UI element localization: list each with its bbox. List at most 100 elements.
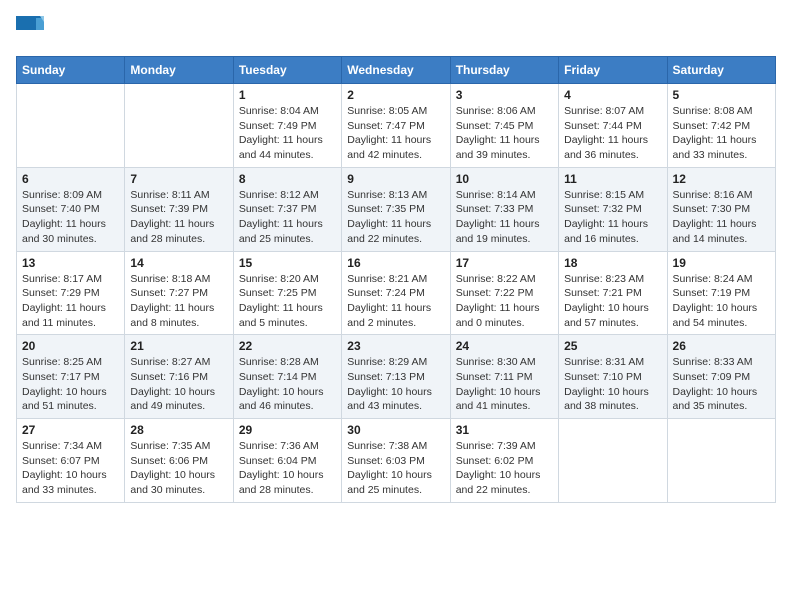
calendar-cell — [559, 419, 667, 503]
day-info: Sunrise: 8:24 AMSunset: 7:19 PMDaylight:… — [673, 272, 770, 331]
calendar-cell: 26 Sunrise: 8:33 AMSunset: 7:09 PMDayligh… — [667, 335, 775, 419]
day-info: Sunrise: 8:08 AMSunset: 7:42 PMDaylight:… — [673, 104, 770, 163]
week-row-1: 1 Sunrise: 8:04 AMSunset: 7:49 PMDaylight… — [17, 84, 776, 168]
day-number: 31 — [456, 423, 553, 437]
calendar-cell — [667, 419, 775, 503]
calendar-cell: 29Sunrise: 7:36 AMSunset: 6:04 PMDayligh… — [233, 419, 341, 503]
day-number: 10 — [456, 172, 553, 186]
calendar-cell: 5 Sunrise: 8:08 AMSunset: 7:42 PMDaylight… — [667, 84, 775, 168]
day-number: 26 — [673, 339, 770, 353]
day-info: Sunrise: 8:31 AMSunset: 7:10 PMDaylight:… — [564, 355, 661, 414]
day-number: 20 — [22, 339, 119, 353]
day-number: 12 — [673, 172, 770, 186]
calendar-cell: 23 Sunrise: 8:29 AMSunset: 7:13 PMDayligh… — [342, 335, 450, 419]
calendar-cell: 9Sunrise: 8:13 AMSunset: 7:35 PMDaylight… — [342, 167, 450, 251]
logo — [16, 16, 46, 44]
page-header — [16, 16, 776, 44]
calendar-cell: 15Sunrise: 8:20 AMSunset: 7:25 PMDayligh… — [233, 251, 341, 335]
weekday-header-friday: Friday — [559, 57, 667, 84]
day-number: 19 — [673, 256, 770, 270]
day-info: Sunrise: 8:25 AMSunset: 7:17 PMDaylight:… — [22, 355, 119, 414]
calendar-cell: 8 Sunrise: 8:12 AMSunset: 7:37 PMDaylight… — [233, 167, 341, 251]
day-number: 28 — [130, 423, 227, 437]
calendar-cell — [125, 84, 233, 168]
day-info: Sunrise: 7:35 AMSunset: 6:06 PMDaylight:… — [130, 439, 227, 498]
day-info: Sunrise: 8:04 AMSunset: 7:49 PMDaylight:… — [239, 104, 336, 163]
day-info: Sunrise: 8:12 AMSunset: 7:37 PMDaylight:… — [239, 188, 336, 247]
calendar-cell: 16Sunrise: 8:21 AMSunset: 7:24 PMDayligh… — [342, 251, 450, 335]
day-info: Sunrise: 8:27 AMSunset: 7:16 PMDaylight:… — [130, 355, 227, 414]
calendar-cell: 10 Sunrise: 8:14 AMSunset: 7:33 PMDayligh… — [450, 167, 558, 251]
day-info: Sunrise: 8:23 AMSunset: 7:21 PMDaylight:… — [564, 272, 661, 331]
week-row-3: 13 Sunrise: 8:17 AMSunset: 7:29 PMDayligh… — [17, 251, 776, 335]
day-number: 2 — [347, 88, 444, 102]
calendar-cell: 27 Sunrise: 7:34 AMSunset: 6:07 PMDayligh… — [17, 419, 125, 503]
day-info: Sunrise: 8:28 AMSunset: 7:14 PMDaylight:… — [239, 355, 336, 414]
day-number: 25 — [564, 339, 661, 353]
calendar-cell: 13 Sunrise: 8:17 AMSunset: 7:29 PMDayligh… — [17, 251, 125, 335]
day-info: Sunrise: 8:09 AMSunset: 7:40 PMDaylight:… — [22, 188, 119, 247]
day-number: 7 — [130, 172, 227, 186]
day-info: Sunrise: 7:36 AMSunset: 6:04 PMDaylight:… — [239, 439, 336, 498]
logo-icon — [16, 16, 44, 44]
day-info: Sunrise: 8:16 AMSunset: 7:30 PMDaylight:… — [673, 188, 770, 247]
calendar-cell: 11 Sunrise: 8:15 AMSunset: 7:32 PMDayligh… — [559, 167, 667, 251]
day-number: 14 — [130, 256, 227, 270]
day-number: 11 — [564, 172, 661, 186]
day-info: Sunrise: 8:22 AMSunset: 7:22 PMDaylight:… — [456, 272, 553, 331]
week-row-4: 20 Sunrise: 8:25 AMSunset: 7:17 PMDayligh… — [17, 335, 776, 419]
day-number: 1 — [239, 88, 336, 102]
calendar-cell: 4 Sunrise: 8:07 AMSunset: 7:44 PMDaylight… — [559, 84, 667, 168]
weekday-header-thursday: Thursday — [450, 57, 558, 84]
calendar-cell: 14 Sunrise: 8:18 AMSunset: 7:27 PMDayligh… — [125, 251, 233, 335]
calendar-cell: 22 Sunrise: 8:28 AMSunset: 7:14 PMDayligh… — [233, 335, 341, 419]
day-info: Sunrise: 8:13 AMSunset: 7:35 PMDaylight:… — [347, 188, 444, 247]
day-info: Sunrise: 8:30 AMSunset: 7:11 PMDaylight:… — [456, 355, 553, 414]
calendar-cell: 19 Sunrise: 8:24 AMSunset: 7:19 PMDayligh… — [667, 251, 775, 335]
calendar-cell: 24 Sunrise: 8:30 AMSunset: 7:11 PMDayligh… — [450, 335, 558, 419]
calendar-cell: 31 Sunrise: 7:39 AMSunset: 6:02 PMDayligh… — [450, 419, 558, 503]
week-row-5: 27 Sunrise: 7:34 AMSunset: 6:07 PMDayligh… — [17, 419, 776, 503]
day-info: Sunrise: 8:15 AMSunset: 7:32 PMDaylight:… — [564, 188, 661, 247]
calendar-cell: 28 Sunrise: 7:35 AMSunset: 6:06 PMDayligh… — [125, 419, 233, 503]
day-info: Sunrise: 8:14 AMSunset: 7:33 PMDaylight:… — [456, 188, 553, 247]
day-number: 4 — [564, 88, 661, 102]
day-info: Sunrise: 8:33 AMSunset: 7:09 PMDaylight:… — [673, 355, 770, 414]
weekday-header-wednesday: Wednesday — [342, 57, 450, 84]
weekday-header-saturday: Saturday — [667, 57, 775, 84]
day-number: 24 — [456, 339, 553, 353]
day-info: Sunrise: 7:38 AMSunset: 6:03 PMDaylight:… — [347, 439, 444, 498]
calendar-cell: 21Sunrise: 8:27 AMSunset: 7:16 PMDayligh… — [125, 335, 233, 419]
weekday-header-sunday: Sunday — [17, 57, 125, 84]
day-number: 13 — [22, 256, 119, 270]
weekday-header-row: SundayMondayTuesdayWednesdayThursdayFrid… — [17, 57, 776, 84]
day-info: Sunrise: 8:17 AMSunset: 7:29 PMDaylight:… — [22, 272, 119, 331]
day-info: Sunrise: 8:18 AMSunset: 7:27 PMDaylight:… — [130, 272, 227, 331]
day-info: Sunrise: 7:39 AMSunset: 6:02 PMDaylight:… — [456, 439, 553, 498]
calendar-cell — [17, 84, 125, 168]
calendar-cell: 3 Sunrise: 8:06 AMSunset: 7:45 PMDaylight… — [450, 84, 558, 168]
day-info: Sunrise: 8:07 AMSunset: 7:44 PMDaylight:… — [564, 104, 661, 163]
day-info: Sunrise: 8:06 AMSunset: 7:45 PMDaylight:… — [456, 104, 553, 163]
day-number: 6 — [22, 172, 119, 186]
calendar-cell: 17Sunrise: 8:22 AMSunset: 7:22 PMDayligh… — [450, 251, 558, 335]
day-number: 27 — [22, 423, 119, 437]
day-info: Sunrise: 8:11 AMSunset: 7:39 PMDaylight:… — [130, 188, 227, 247]
calendar-cell: 30 Sunrise: 7:38 AMSunset: 6:03 PMDayligh… — [342, 419, 450, 503]
calendar-cell: 7 Sunrise: 8:11 AMSunset: 7:39 PMDaylight… — [125, 167, 233, 251]
weekday-header-monday: Monday — [125, 57, 233, 84]
day-info: Sunrise: 8:29 AMSunset: 7:13 PMDaylight:… — [347, 355, 444, 414]
day-number: 3 — [456, 88, 553, 102]
day-number: 8 — [239, 172, 336, 186]
day-number: 5 — [673, 88, 770, 102]
calendar-cell: 18Sunrise: 8:23 AMSunset: 7:21 PMDayligh… — [559, 251, 667, 335]
day-info: Sunrise: 7:34 AMSunset: 6:07 PMDaylight:… — [22, 439, 119, 498]
day-info: Sunrise: 8:05 AMSunset: 7:47 PMDaylight:… — [347, 104, 444, 163]
day-number: 30 — [347, 423, 444, 437]
day-number: 22 — [239, 339, 336, 353]
calendar-cell: 12 Sunrise: 8:16 AMSunset: 7:30 PMDayligh… — [667, 167, 775, 251]
day-number: 23 — [347, 339, 444, 353]
weekday-header-tuesday: Tuesday — [233, 57, 341, 84]
calendar-cell: 2 Sunrise: 8:05 AMSunset: 7:47 PMDaylight… — [342, 84, 450, 168]
calendar-cell: 25 Sunrise: 8:31 AMSunset: 7:10 PMDayligh… — [559, 335, 667, 419]
